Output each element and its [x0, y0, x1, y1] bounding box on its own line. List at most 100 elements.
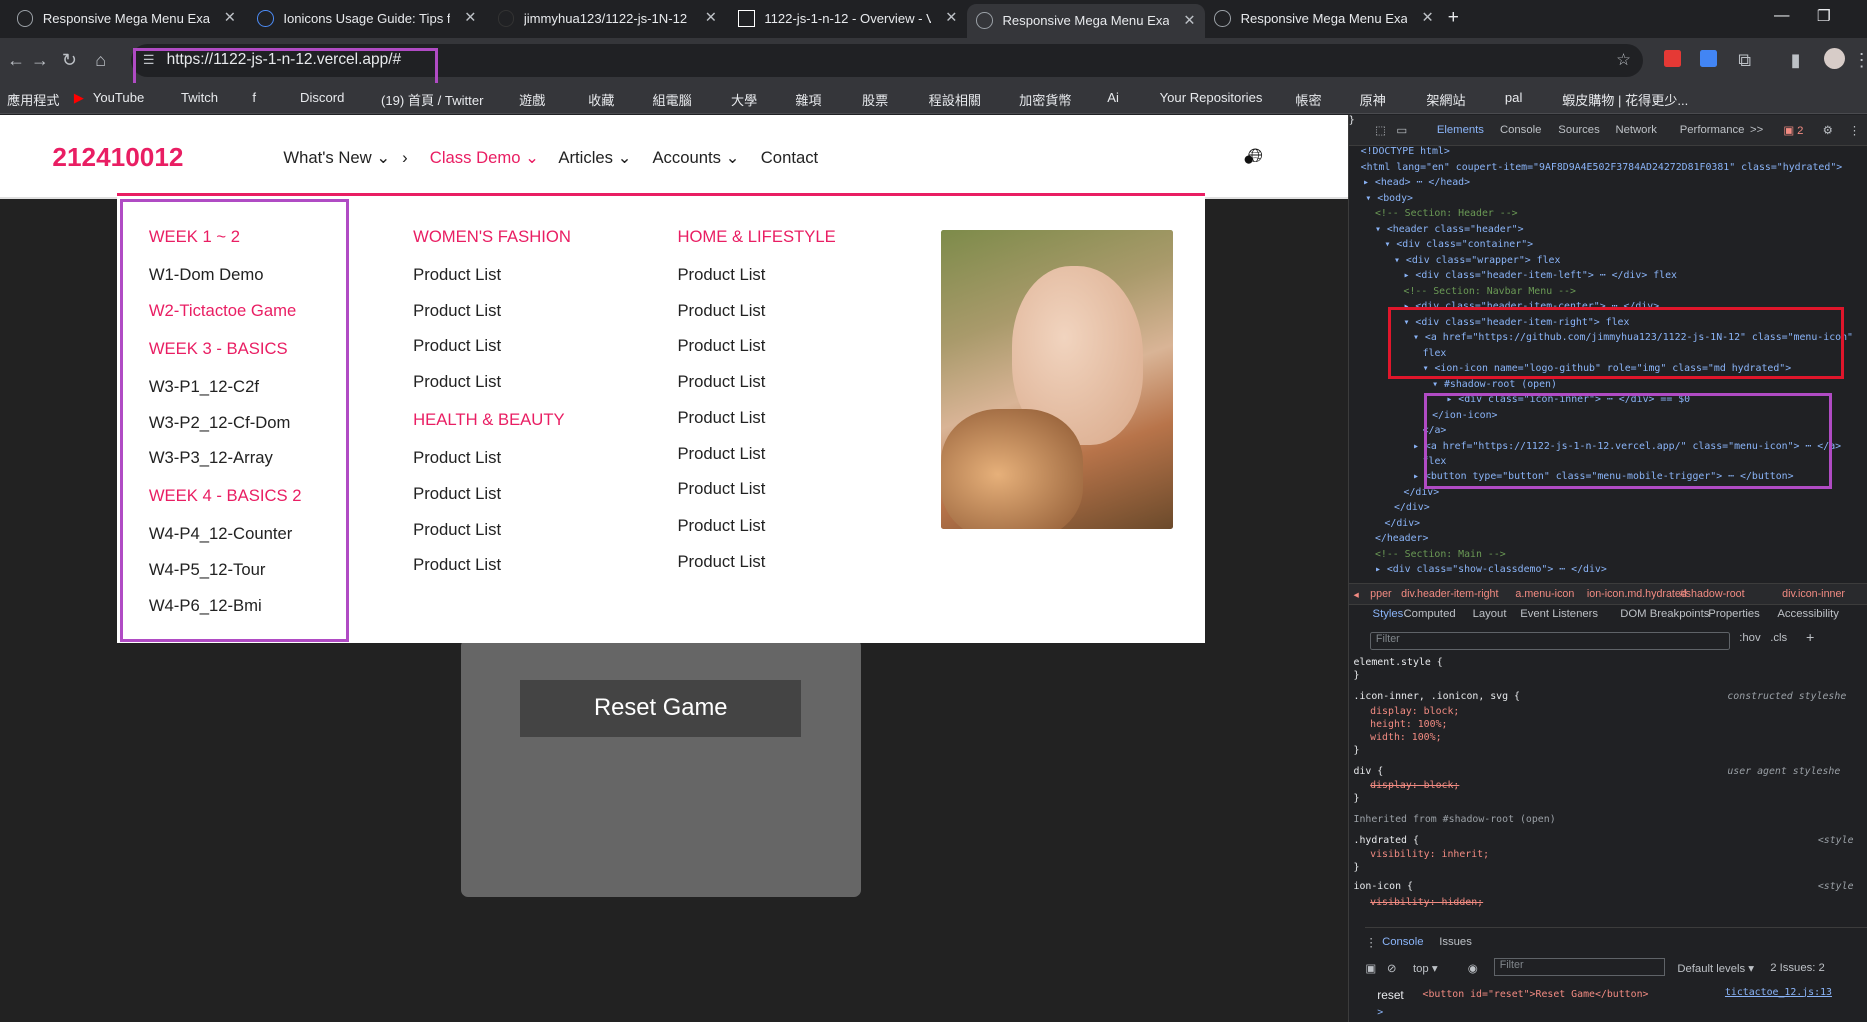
styles-tab[interactable]: Event Listeners [1520, 608, 1598, 620]
style-rule[interactable]: .hydrated { [1354, 835, 1419, 846]
close-tab-icon[interactable]: ✕ [464, 10, 476, 26]
settings-gear-icon[interactable]: ⚙ [1823, 124, 1833, 137]
tab-sources[interactable]: Sources [1558, 124, 1599, 136]
clear-console-icon[interactable]: ⊘ [1387, 962, 1396, 975]
bookmark-folder[interactable]: 組電腦 [652, 90, 691, 109]
console-prompt[interactable]: > [1377, 1007, 1383, 1018]
forward-arrow-icon[interactable]: → [31, 50, 49, 71]
style-rule[interactable]: } [1354, 793, 1360, 804]
menu-accounts[interactable]: Accounts ⌄ [652, 148, 739, 168]
bookmark-youtube[interactable]: YouTube [93, 90, 144, 105]
breadcrumb-item[interactable]: a.menu-icon [1515, 588, 1574, 600]
breadcrumb-item[interactable]: ◂ [1354, 588, 1359, 601]
profile-avatar[interactable] [1823, 47, 1846, 70]
cls-toggle[interactable]: .cls [1770, 632, 1787, 644]
menu-link[interactable]: Product List [677, 516, 765, 536]
tab-console[interactable]: Console [1500, 124, 1541, 136]
tab-5-active[interactable]: Responsive Mega Menu Exam ✕ [966, 3, 1205, 39]
context-select[interactable]: top ▾ [1413, 962, 1438, 975]
menu-category[interactable]: HOME & LIFESTYLE [677, 227, 835, 247]
console-log-source[interactable]: tictactoe_12.js:13 [1725, 987, 1832, 998]
bookmark-discord[interactable]: Discord [300, 90, 344, 105]
bookmark-folder[interactable]: 股票 [862, 90, 888, 109]
extension-p-icon[interactable] [1664, 49, 1682, 67]
breadcrumb-item[interactable]: pper [1370, 588, 1391, 600]
tab-2[interactable]: Ionicons Usage Guide: Tips fo ✕ [248, 4, 486, 34]
menu-link[interactable]: Product List [677, 552, 765, 572]
menu-link[interactable]: Product List [413, 336, 501, 356]
style-rule[interactable]: div { [1354, 766, 1384, 777]
dom-node[interactable]: <!DOCTYPE html> [1361, 146, 1450, 157]
bookmark-apps[interactable]: 應用程式 [7, 90, 59, 109]
bookmark-shopee[interactable]: 蝦皮購物 | 花得更少... [1562, 90, 1688, 109]
style-rule[interactable]: height: 100%; [1370, 719, 1447, 730]
bookmark-folder[interactable]: 大學 [731, 90, 757, 109]
tab-4[interactable]: 1122-js-1-n-12 - Overview - V ✕ [729, 4, 967, 34]
log-levels-select[interactable]: Default levels ▾ [1677, 962, 1754, 975]
menu-link[interactable]: Product List [677, 479, 765, 499]
style-rule[interactable]: element.style { [1354, 657, 1443, 668]
menu-link[interactable]: Product List [413, 484, 501, 504]
style-rule[interactable]: width: 100%; [1370, 732, 1441, 743]
breadcrumb-item[interactable]: ion-icon.md.hydrated [1587, 588, 1687, 600]
style-rule[interactable]: visibility: inherit; [1370, 849, 1489, 860]
menu-link[interactable]: Product List [413, 301, 501, 321]
star-icon[interactable]: ☆ [1616, 50, 1631, 70]
tab-6[interactable]: Responsive Mega Menu Exam ✕ [1205, 4, 1443, 34]
console-filter[interactable]: Filter [1493, 958, 1666, 977]
eye-icon[interactable]: ◉ [1468, 962, 1478, 975]
menu-category[interactable]: WOMEN'S FASHION [413, 227, 571, 247]
dom-node[interactable]: ▸ <head> ⋯ </head> [1363, 177, 1470, 188]
close-tab-icon[interactable]: ✕ [224, 10, 236, 26]
bookmark-github[interactable]: Your Repositories [1160, 90, 1263, 105]
menu-contact[interactable]: Contact [761, 148, 818, 168]
dom-node[interactable]: ▾ <div class="container"> [1384, 239, 1533, 250]
menu-class-demo[interactable]: Class Demo ⌄ [430, 148, 539, 168]
translate-extension-icon[interactable] [1700, 49, 1717, 67]
home-icon[interactable]: ⌂ [95, 50, 106, 71]
style-source[interactable]: <style [1818, 835, 1854, 846]
style-rule[interactable]: } [1349, 115, 1355, 126]
style-rule[interactable]: } [1354, 670, 1360, 681]
dom-node[interactable]: ▾ <body> [1365, 193, 1413, 204]
tab-3[interactable]: jimmyhua123/1122-js-1N-12 ✕ [488, 4, 726, 34]
menu-kebab-icon[interactable]: ⋮ [1853, 50, 1867, 71]
style-rule[interactable]: ion-icon { [1354, 881, 1413, 892]
bookmark-folder[interactable]: pal [1505, 90, 1522, 105]
style-rule[interactable]: display: block; [1370, 780, 1459, 791]
close-tab-icon[interactable]: ✕ [705, 10, 717, 26]
site-logo[interactable]: 212410012 [52, 142, 183, 173]
tab-1[interactable]: Responsive Mega Menu Exam ✕ [7, 4, 245, 34]
style-rule[interactable]: visibility: hidden; [1370, 897, 1483, 908]
device-toggle-icon[interactable]: ▭ [1396, 124, 1407, 137]
restore-button[interactable]: ❐ [1817, 7, 1831, 26]
bookmark-folder[interactable]: 程設相關 [929, 90, 981, 109]
bookmark-folder[interactable]: 原神 [1360, 90, 1386, 109]
styles-filter[interactable]: Filter [1370, 632, 1730, 651]
minimize-button[interactable]: — [1774, 7, 1789, 25]
tab-network[interactable]: Network [1615, 124, 1656, 136]
style-source[interactable]: user agent styleshe [1727, 766, 1840, 777]
styles-tab[interactable]: Layout [1473, 608, 1507, 620]
styles-tab[interactable]: Computed [1404, 608, 1456, 620]
dom-node[interactable]: ▾ #shadow-root (open) [1432, 379, 1557, 390]
menu-link[interactable]: Product List [677, 372, 765, 392]
menu-articles[interactable]: Articles ⌄ [558, 148, 631, 168]
drawer-tab-issues[interactable]: Issues [1439, 936, 1472, 948]
dom-node[interactable]: ▸ <div class="header-item-left"> ⋯ </div… [1404, 270, 1677, 281]
breadcrumb-item[interactable]: div.icon-inner [1782, 588, 1845, 600]
breadcrumb-item[interactable]: #shadow-root [1680, 588, 1745, 600]
dom-node[interactable]: <html lang="en" coupert-item="9AF8D9A4E5… [1361, 162, 1843, 173]
bookmark-folder[interactable]: Ai [1107, 90, 1119, 105]
style-rule[interactable]: Inherited from #shadow-root (open) [1354, 814, 1556, 825]
menu-link[interactable]: Product List [413, 448, 501, 468]
globe-icon[interactable]: 🌐︎ [1248, 146, 1263, 168]
menu-link[interactable]: Product List [413, 265, 501, 285]
style-rule[interactable]: } [1354, 862, 1360, 873]
back-arrow-icon[interactable]: ← [7, 50, 25, 71]
style-rule[interactable]: display: block; [1370, 706, 1459, 717]
styles-tab[interactable]: DOM Breakpoints [1620, 608, 1709, 620]
dom-node[interactable]: </div> [1384, 518, 1420, 529]
styles-tab[interactable]: Styles [1373, 608, 1404, 620]
style-source[interactable]: constructed styleshe [1727, 691, 1846, 702]
